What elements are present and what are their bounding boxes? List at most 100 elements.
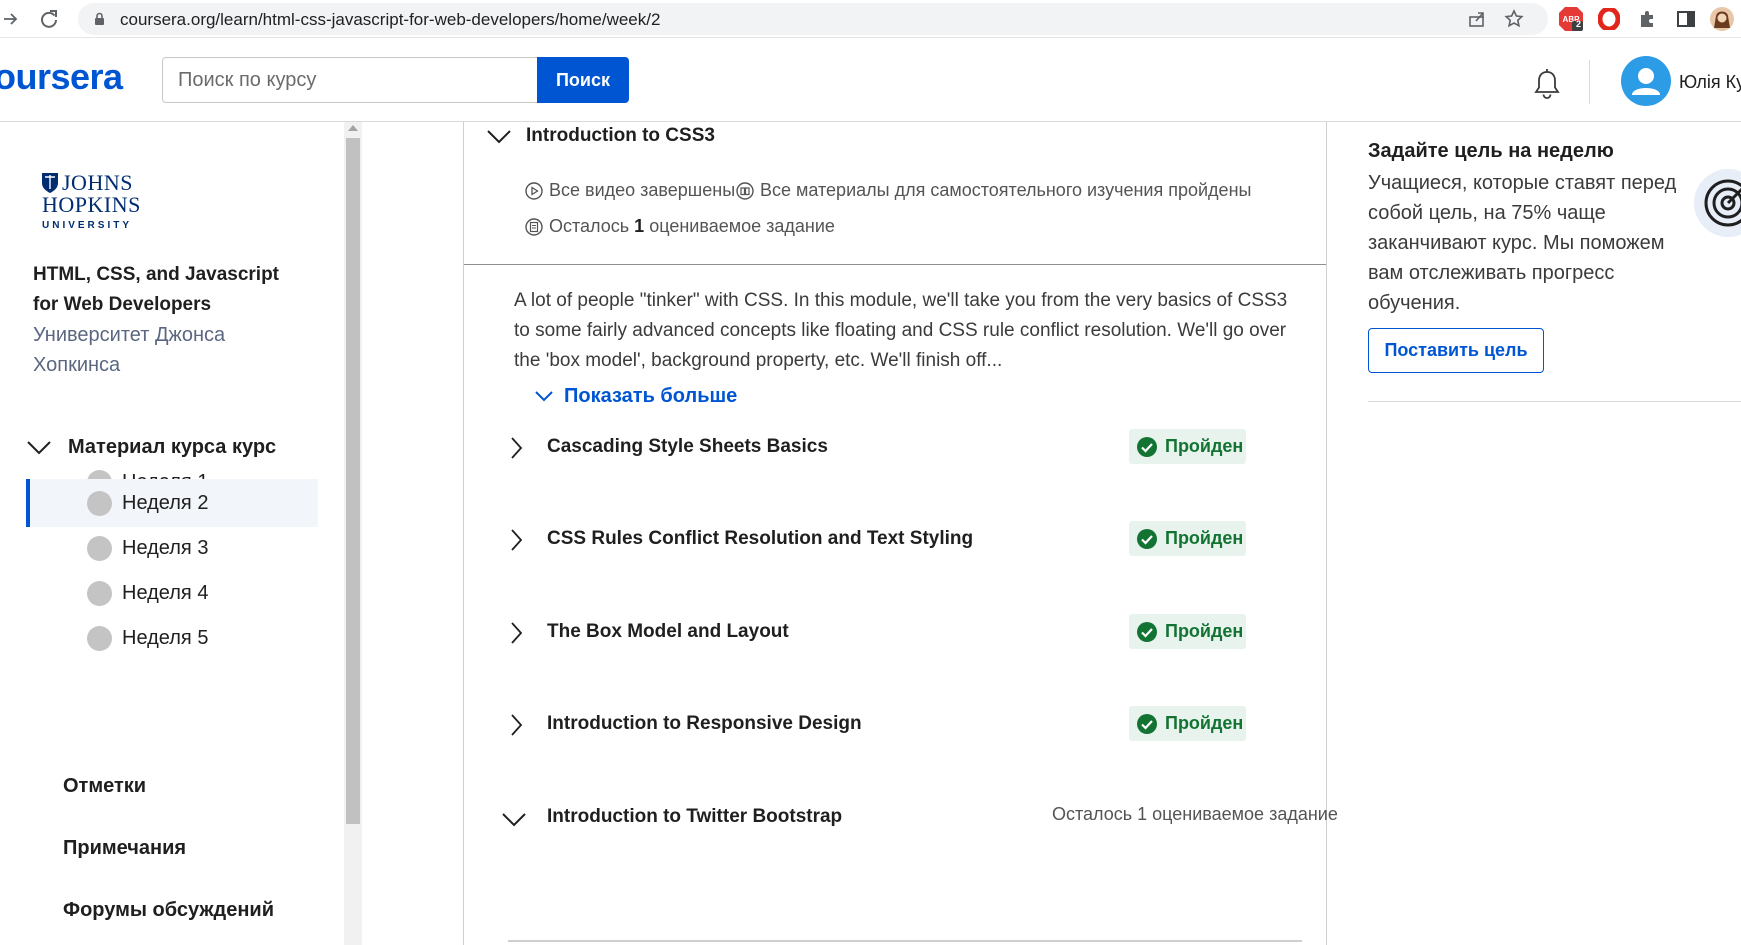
status-badge-label: Пройден: [1165, 528, 1244, 548]
assignment-circle-icon: [525, 217, 543, 236]
url-text[interactable]: coursera.org/learn/html-css-javascript-f…: [120, 10, 660, 30]
sidebar-link-grades[interactable]: Отметки: [63, 775, 146, 798]
course-university: Университет Джонса Хопкинса: [33, 324, 226, 376]
search-button[interactable]: Поиск: [537, 57, 629, 103]
chevron-down-icon: [27, 441, 51, 455]
remaining-count: 1: [634, 216, 645, 236]
week-status-dot: [87, 536, 112, 561]
sidebar-item-week-3[interactable]: Неделя 3: [26, 524, 318, 572]
johns-hopkins-logo[interactable]: JOHNS HOPKINS UNIVERSITY: [40, 170, 170, 240]
reload-icon[interactable]: [36, 6, 62, 32]
target-icon: [1694, 169, 1741, 237]
book-circle-icon: [736, 181, 754, 200]
extension-badge-count: 2: [1576, 19, 1582, 29]
week-label: Неделя 3: [122, 537, 209, 559]
assignments-remaining: Осталось 1 оцениваемое задание: [525, 216, 835, 237]
browser-toolbar: coursera.org/learn/html-css-javascript-f…: [0, 0, 1741, 38]
check-circle-icon: [1137, 621, 1157, 642]
lesson-title: The Box Model and Layout: [547, 621, 789, 642]
side-panel-icon[interactable]: [1673, 6, 1699, 32]
goal-description: Учащиеся, которые ставят перед собой цел…: [1368, 172, 1677, 314]
status-badge: Пройден: [1129, 614, 1246, 649]
set-goal-button[interactable]: Поставить цель: [1368, 328, 1544, 373]
chevron-right-icon[interactable]: [509, 713, 523, 737]
play-circle-icon: [525, 181, 543, 200]
extensions-puzzle-icon[interactable]: [1635, 6, 1661, 32]
videos-status-text: Все видео завершены: [549, 180, 736, 200]
materials-status: Все материалы для самостоятельного изуче…: [736, 180, 1251, 201]
chevron-right-icon[interactable]: [509, 528, 523, 552]
videos-status: Все видео завершены: [525, 180, 735, 201]
chevron-down-icon[interactable]: [486, 128, 512, 144]
check-circle-icon: [1137, 713, 1157, 734]
module-title: Introduction to CSS3: [526, 125, 715, 146]
show-more-button[interactable]: Показать больше: [534, 385, 737, 408]
chevron-right-icon[interactable]: [509, 621, 523, 645]
status-badge: Пройден: [1129, 429, 1246, 464]
module-description: A lot of people "tinker" with CSS. In th…: [514, 290, 1288, 371]
user-name[interactable]: Юлія Ку: [1679, 72, 1741, 93]
week-status-dot: [87, 626, 112, 651]
week-status-dot: [87, 581, 112, 606]
lock-icon: [95, 12, 104, 25]
scroll-up-arrow-icon[interactable]: [348, 125, 358, 131]
sidebar-item-week-2[interactable]: Неделя 2: [26, 479, 318, 527]
course-material-label: Материал курса курс: [68, 435, 277, 458]
chevron-right-icon[interactable]: [509, 436, 523, 460]
sidebar-scrollbar[interactable]: [344, 122, 362, 945]
lesson-row[interactable]: CSS Rules Conflict Resolution and Text S…: [509, 520, 1299, 560]
jhu-logo-line2: HOPKINS: [42, 192, 141, 217]
sidebar-link-notes[interactable]: Примечания: [63, 837, 186, 860]
chevron-down-icon[interactable]: [501, 811, 527, 827]
site-header: oursera Поиск Юлія Ку: [0, 38, 1741, 122]
status-badge-label: Пройден: [1165, 621, 1244, 641]
module-header[interactable]: Introduction to CSS3 Все видео завершены…: [464, 122, 1326, 265]
lesson-title: Introduction to Twitter Bootstrap: [547, 806, 843, 827]
lesson-title: Introduction to Responsive Design: [547, 713, 862, 734]
chevron-down-icon: [535, 391, 553, 402]
lesson-remaining-text: Осталось 1 оцениваемое задание: [1052, 804, 1338, 824]
materials-status-text: Все материалы для самостоятельного изуче…: [760, 180, 1252, 200]
course-sidebar: JOHNS HOPKINS UNIVERSITY HTML, CSS, and …: [0, 122, 345, 945]
lesson-row[interactable]: The Box Model and Layout Пройден: [509, 613, 1299, 653]
opera-icon[interactable]: [1596, 6, 1622, 32]
jhu-shield-icon: [42, 173, 58, 193]
adblock-icon[interactable]: ABP 2: [1558, 6, 1584, 32]
lesson-title: Cascading Style Sheets Basics: [547, 436, 828, 457]
bookmark-star-icon[interactable]: [1503, 8, 1525, 30]
forward-icon[interactable]: [0, 6, 24, 32]
divider: [508, 940, 1302, 942]
lesson-row[interactable]: Cascading Style Sheets Basics Пройден: [509, 428, 1299, 468]
header-divider: [1589, 60, 1590, 104]
share-icon[interactable]: [1466, 8, 1488, 30]
course-search-input[interactable]: [162, 57, 538, 103]
sidebar-item-week-4[interactable]: Неделя 4: [26, 569, 318, 617]
remaining-suffix: оцениваемое задание: [649, 216, 835, 236]
lesson-row[interactable]: Introduction to Responsive Design Пройде…: [509, 705, 1299, 745]
sidebar-item-week-5[interactable]: Неделя 5: [26, 614, 318, 662]
profile-avatar-icon[interactable]: [1709, 6, 1735, 32]
sidebar-link-forums[interactable]: Форумы обсуждений: [63, 899, 274, 922]
week-label: Неделя 5: [122, 627, 209, 649]
notifications-bell-icon[interactable]: [1530, 67, 1564, 101]
scrollbar-thumb[interactable]: [346, 138, 360, 824]
module-panel: Introduction to CSS3 Все видео завершены…: [463, 122, 1338, 945]
status-badge-label: Пройден: [1165, 713, 1244, 733]
check-circle-icon: [1137, 436, 1157, 457]
check-circle-icon: [1137, 528, 1157, 549]
lesson-title: CSS Rules Conflict Resolution and Text S…: [547, 528, 974, 549]
address-bar[interactable]: coursera.org/learn/html-css-javascript-f…: [78, 3, 1548, 35]
show-more-label: Показать больше: [564, 385, 738, 407]
week-label: Неделя 4: [122, 582, 209, 604]
user-avatar[interactable]: [1621, 56, 1671, 106]
course-title[interactable]: HTML, CSS, and Javascript for Web Develo…: [33, 260, 303, 320]
status-badge: Пройден: [1129, 706, 1246, 741]
lesson-row[interactable]: Introduction to Twitter Bootstrap Остало…: [502, 798, 1338, 838]
week-label: Неделя 2: [122, 492, 209, 514]
week-status-dot: [87, 491, 112, 516]
status-badge-label: Пройден: [1165, 436, 1244, 456]
weekly-goal-card: Задайте цель на неделю Учащиеся, которые…: [1368, 122, 1741, 402]
coursera-logo[interactable]: oursera: [0, 56, 123, 98]
status-badge: Пройден: [1129, 521, 1246, 556]
goal-title: Задайте цель на неделю: [1368, 140, 1614, 162]
